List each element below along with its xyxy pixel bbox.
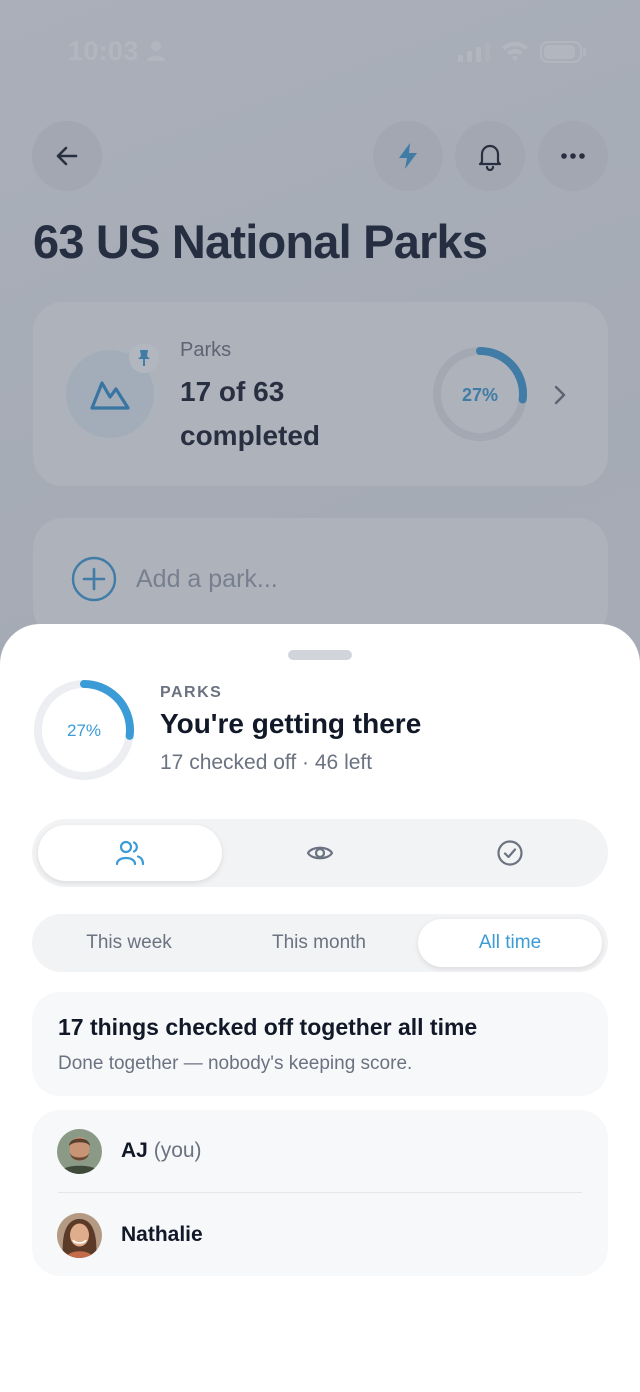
sheet-eyebrow: PARKS [160,684,223,701]
check-circle-icon [497,840,523,866]
list-item[interactable]: Nathalie [32,1194,608,1276]
tab-this-month[interactable]: This month [227,919,411,967]
avatar [57,1213,102,1258]
sheet-grabber[interactable] [288,650,352,660]
info-title: 17 things checked off together all time [58,1014,478,1040]
tab-all-time[interactable]: All time [418,919,602,967]
tab-this-week[interactable]: This week [37,919,221,967]
members-list: AJ (you) Nathalie [32,1110,608,1276]
divider [58,1192,582,1193]
people-icon [115,840,145,866]
member-name: Nathalie [121,1223,203,1246]
progress-bottom-sheet: 27% PARKS You're getting there 17 checke… [0,624,640,1392]
sheet-heading: You're getting there [160,708,422,739]
info-subtitle: Done together — nobody's keeping score. [58,1053,413,1074]
member-you-tag: (you) [153,1139,202,1162]
tab-people[interactable] [38,825,222,881]
view-segmented-control [32,819,608,887]
sheet-subtitle: 17 checked off · 46 left [160,751,373,774]
time-range-segmented-control: This week This month All time [32,914,608,972]
member-name: AJ [121,1139,148,1162]
eye-icon [306,846,334,860]
sheet-percent-label: 27% [67,721,101,740]
sheet-progress-ring: 27% [34,680,134,780]
together-info-card: 17 things checked off together all time … [32,992,608,1096]
list-item[interactable]: AJ (you) [32,1110,608,1192]
tab-completed[interactable] [418,825,602,881]
tab-watch[interactable] [228,825,412,881]
avatar [57,1129,102,1174]
